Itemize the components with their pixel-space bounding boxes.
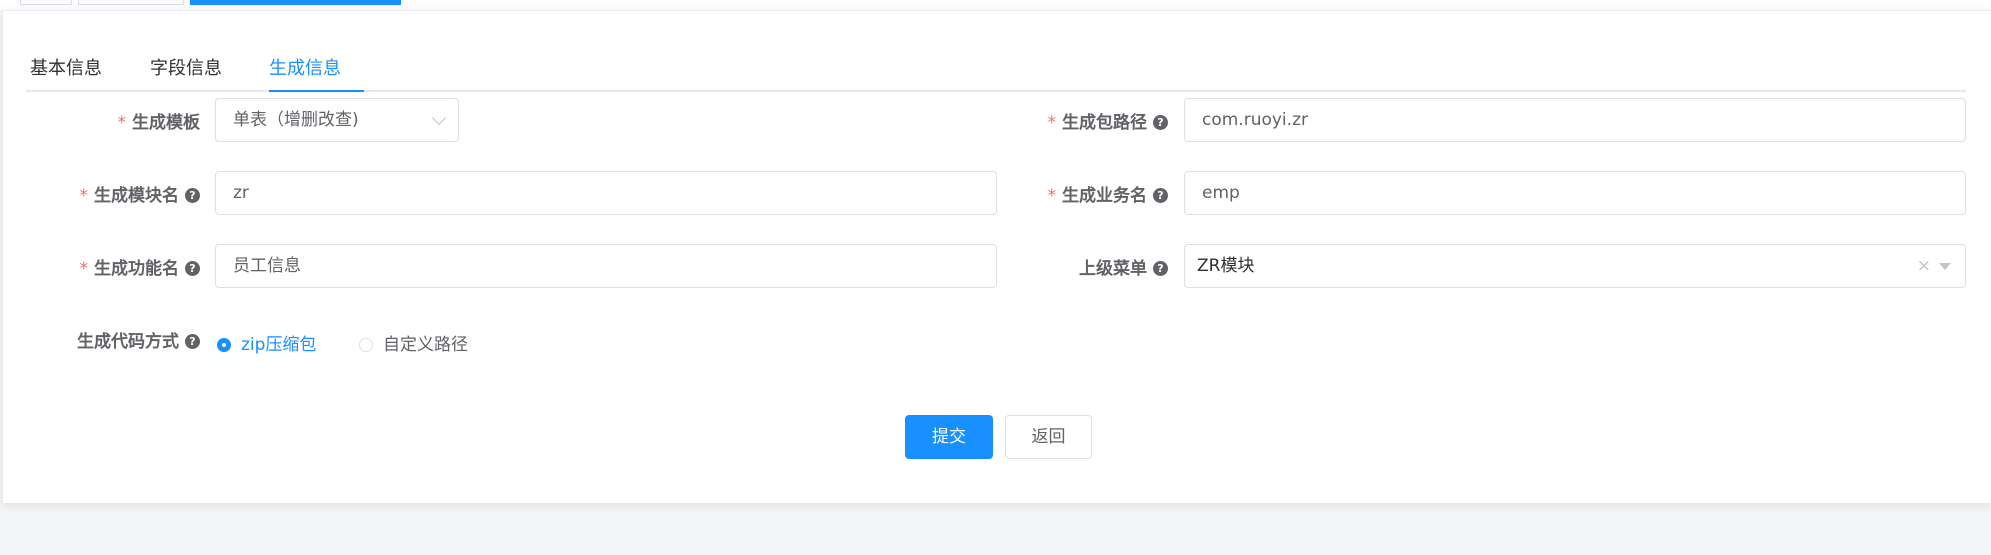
- required-mark: *: [79, 259, 89, 279]
- required-mark: *: [1047, 186, 1057, 206]
- tpl-category-label: * 生成模板: [117, 113, 201, 133]
- caret-down-icon[interactable]: [1939, 263, 1951, 270]
- gen-type-radio-custom-path[interactable]: 自定义路径: [359, 330, 468, 355]
- chevron-down-icon: [431, 110, 447, 126]
- parent-menu-value: ZR模块: [1197, 256, 1255, 276]
- tab-basic-info[interactable]: 基本信息: [30, 54, 102, 80]
- function-name-label: * 生成功能名?: [79, 254, 200, 279]
- module-name-value: zr: [233, 183, 249, 203]
- function-name-value: 员工信息: [233, 256, 301, 276]
- tpl-category-select[interactable]: 单表（增删改查): [215, 98, 459, 142]
- question-circle-icon[interactable]: ?: [185, 261, 200, 276]
- module-name-input[interactable]: zr: [215, 171, 997, 215]
- business-name-value: emp: [1202, 183, 1240, 203]
- package-name-label: * 生成包路径?: [1047, 108, 1168, 133]
- required-mark: *: [79, 186, 89, 206]
- gen-info-card: 基本信息 字段信息 生成信息 * 生成模板 单表（增删改查) * 生成包路径? co…: [3, 10, 1991, 503]
- required-mark: *: [117, 113, 127, 133]
- question-circle-icon[interactable]: ?: [185, 334, 200, 349]
- clear-icon[interactable]: ×: [1917, 245, 1931, 287]
- active-tab-indicator: [269, 90, 364, 92]
- tab-bar: 基本信息 字段信息 生成信息: [26, 48, 1966, 92]
- business-name-label: * 生成业务名?: [1047, 181, 1168, 206]
- module-name-label: * 生成模块名?: [79, 181, 200, 206]
- radio-unchecked-icon: [359, 338, 373, 352]
- radio-checked-icon: [217, 338, 231, 352]
- tags-view-bar: [0, 0, 1991, 10]
- tags-view-tab-active[interactable]: [190, 0, 401, 5]
- gen-type-option-label: 自定义路径: [383, 335, 468, 355]
- gen-type-label: 生成代码方式?: [77, 327, 200, 352]
- question-circle-icon[interactable]: ?: [185, 188, 200, 203]
- package-name-value: com.ruoyi.zr: [1202, 110, 1308, 130]
- tab-gen-info[interactable]: 生成信息: [269, 54, 341, 80]
- package-name-input[interactable]: com.ruoyi.zr: [1184, 98, 1966, 142]
- tags-view-tab[interactable]: [20, 0, 72, 5]
- required-mark: *: [1047, 113, 1057, 133]
- function-name-input[interactable]: 员工信息: [215, 244, 997, 288]
- tpl-category-value: 单表（增删改查): [233, 110, 359, 130]
- question-circle-icon[interactable]: ?: [1153, 115, 1168, 130]
- business-name-input[interactable]: emp: [1184, 171, 1966, 215]
- tags-view-tab[interactable]: [78, 0, 184, 5]
- tab-field-info[interactable]: 字段信息: [150, 54, 222, 80]
- gen-type-option-label: zip压缩包: [241, 335, 317, 355]
- submit-button[interactable]: 提交: [905, 415, 993, 459]
- gen-type-radio-zip[interactable]: zip压缩包: [217, 330, 316, 355]
- question-circle-icon[interactable]: ?: [1153, 188, 1168, 203]
- question-circle-icon[interactable]: ?: [1153, 261, 1168, 276]
- parent-menu-treeselect[interactable]: ZR模块 ×: [1184, 244, 1966, 288]
- back-button[interactable]: 返回: [1005, 415, 1092, 459]
- parent-menu-label: 上级菜单?: [1079, 254, 1168, 279]
